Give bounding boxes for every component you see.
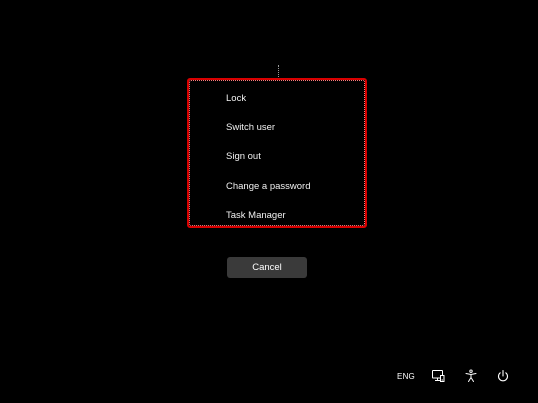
security-options-menu: Lock Switch user Sign out Change a passw…: [187, 78, 367, 228]
power-icon[interactable]: [494, 366, 512, 386]
accessibility-icon[interactable]: [462, 366, 480, 386]
language-indicator[interactable]: ENG: [392, 366, 420, 386]
task-manager-option[interactable]: Task Manager: [226, 210, 286, 222]
lock-option[interactable]: Lock: [226, 93, 246, 105]
cancel-button[interactable]: Cancel: [227, 257, 307, 278]
change-password-option[interactable]: Change a password: [226, 181, 311, 193]
sign-out-option[interactable]: Sign out: [226, 151, 261, 163]
network-icon[interactable]: [429, 366, 447, 386]
switch-user-option[interactable]: Switch user: [226, 122, 275, 134]
focus-marker: [278, 65, 279, 77]
security-options-screen: Lock Switch user Sign out Change a passw…: [0, 0, 538, 403]
